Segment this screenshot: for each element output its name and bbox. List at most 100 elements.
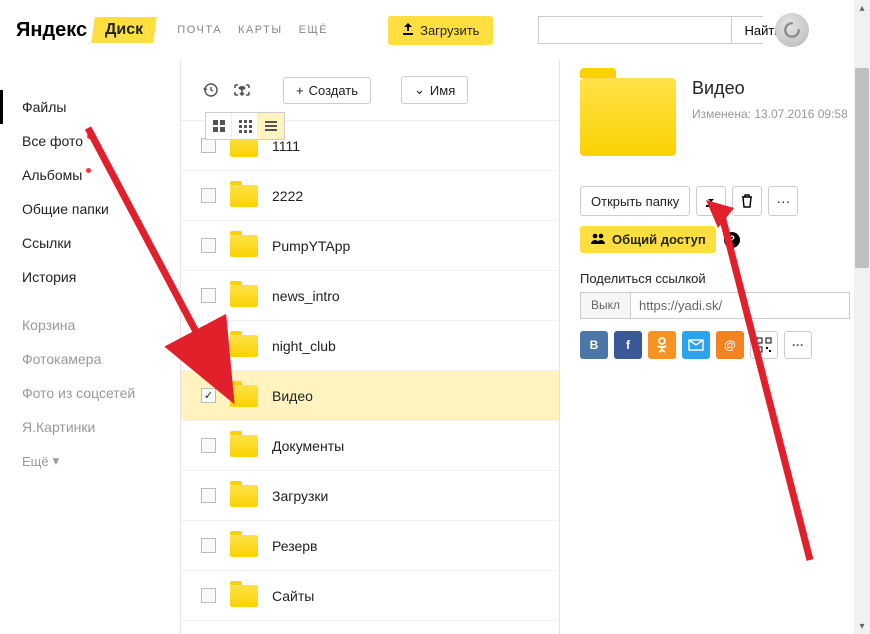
main: + Создать ⌄ Имя 1111 2222	[181, 60, 559, 634]
badge-dot-icon	[86, 168, 91, 173]
more-actions-button[interactable]: ···	[768, 186, 798, 216]
nav-more[interactable]: Ещё	[299, 24, 329, 36]
sidebar-item-files[interactable]: Файлы	[0, 90, 180, 124]
history-icon[interactable]	[201, 81, 219, 99]
sidebar-item-ya-images[interactable]: Я.Картинки	[0, 410, 180, 444]
row-checkbox[interactable]	[201, 288, 216, 303]
link-input[interactable]	[631, 292, 850, 319]
avatar[interactable]	[775, 13, 809, 47]
file-row[interactable]: news_intro	[181, 271, 559, 321]
share-access-button[interactable]: Общий доступ	[580, 226, 716, 253]
share-more-icon[interactable]: ···	[784, 331, 812, 359]
sort-button[interactable]: ⌄ Имя	[401, 76, 468, 104]
file-name: PumpYTApp	[272, 238, 350, 254]
share-label: Общий доступ	[612, 232, 706, 247]
badge-dot-icon	[87, 134, 92, 139]
file-name: Загрузки	[272, 488, 328, 504]
social-row: B f @ ···	[580, 331, 850, 359]
folder-icon	[230, 535, 258, 557]
folder-large-icon	[580, 78, 676, 156]
row-checkbox[interactable]	[201, 138, 216, 153]
sidebar-item-trash[interactable]: Корзина	[0, 308, 180, 342]
upload-button[interactable]: Загрузить	[388, 16, 493, 45]
sidebar-item-shared[interactable]: Общие папки	[0, 192, 180, 226]
file-name: Резерв	[272, 538, 317, 554]
download-button[interactable]	[696, 186, 726, 216]
link-toggle[interactable]: Выкл	[580, 292, 631, 319]
sidebar-item-links[interactable]: Ссылки	[0, 226, 180, 260]
yandex-logo[interactable]: Яндекс	[16, 19, 87, 42]
file-row[interactable]: night_club	[181, 321, 559, 371]
screenshot-icon[interactable]	[233, 81, 251, 99]
sidebar-item-all-photos[interactable]: Все фото	[0, 124, 180, 158]
upload-icon	[402, 23, 414, 38]
row-checkbox[interactable]	[201, 238, 216, 253]
file-list: 1111 2222 PumpYTApp news_intro night_clu	[181, 120, 559, 621]
sidebar-item-albums[interactable]: Альбомы	[0, 158, 180, 192]
folder-icon	[230, 585, 258, 607]
row-checkbox[interactable]	[201, 338, 216, 353]
nav-mail[interactable]: Почта	[177, 24, 222, 36]
file-name: Видео	[272, 388, 313, 404]
search-input[interactable]	[539, 17, 731, 43]
create-button[interactable]: + Создать	[283, 77, 371, 104]
file-row[interactable]: PumpYTApp	[181, 221, 559, 271]
row-checkbox[interactable]	[201, 488, 216, 503]
sidebar-item-history[interactable]: История	[0, 260, 180, 294]
sidebar-more[interactable]: Ещё▾	[0, 444, 180, 478]
view-switcher	[205, 112, 285, 140]
file-name: Сайты	[272, 588, 314, 604]
file-row[interactable]: Документы	[181, 421, 559, 471]
scrollbar-down-icon[interactable]: ▾	[854, 618, 870, 634]
row-checkbox[interactable]	[201, 438, 216, 453]
share-fb-icon[interactable]: f	[614, 331, 642, 359]
disk-logo[interactable]: Диск	[91, 17, 157, 43]
top-nav: Почта Карты Ещё	[177, 24, 328, 36]
upload-label: Загрузить	[420, 23, 479, 38]
file-row[interactable]: Сайты	[181, 571, 559, 621]
file-row[interactable]: Загрузки	[181, 471, 559, 521]
folder-icon	[230, 185, 258, 207]
folder-icon	[230, 385, 258, 407]
folder-icon	[230, 485, 258, 507]
share-mail-icon[interactable]	[682, 331, 710, 359]
folder-icon	[230, 435, 258, 457]
row-checkbox[interactable]: ✓	[201, 388, 216, 403]
help-icon[interactable]: ?	[724, 232, 740, 248]
sidebar-item-camera[interactable]: Фотокамера	[0, 342, 180, 376]
file-row[interactable]: Резерв	[181, 521, 559, 571]
sidebar-item-social-photos[interactable]: Фото из соцсетей	[0, 376, 180, 410]
share-moimir-icon[interactable]: @	[716, 331, 744, 359]
share-qr-icon[interactable]	[750, 331, 778, 359]
folder-icon	[230, 285, 258, 307]
plus-icon: +	[296, 83, 304, 98]
folder-icon	[230, 235, 258, 257]
file-name: Документы	[272, 438, 344, 454]
scrollbar-up-icon[interactable]: ▴	[854, 0, 870, 16]
create-label: Создать	[309, 83, 358, 98]
view-large-tiles[interactable]	[206, 113, 232, 139]
nav-maps[interactable]: Карты	[238, 24, 283, 36]
share-vk-icon[interactable]: B	[580, 331, 608, 359]
sort-label: Имя	[430, 83, 455, 98]
scrollbar-thumb[interactable]	[855, 68, 869, 268]
open-folder-button[interactable]: Открыть папку	[580, 186, 690, 216]
share-ok-icon[interactable]	[648, 331, 676, 359]
view-small-tiles[interactable]	[232, 113, 258, 139]
search-box: Найти	[538, 16, 763, 44]
chevron-down-icon: ▾	[53, 453, 60, 469]
chevron-down-icon: ⌄	[414, 82, 425, 98]
file-name: news_intro	[272, 288, 340, 304]
scrollbar-track[interactable]: ▴ ▾	[854, 0, 870, 634]
row-checkbox[interactable]	[201, 538, 216, 553]
delete-button[interactable]	[732, 186, 762, 216]
details-panel: Видео Изменена: 13.07.2016 09:58 Открыть…	[560, 60, 870, 634]
header: Яндекс Диск Почта Карты Ещё Загрузить На…	[0, 0, 870, 60]
view-list[interactable]	[258, 113, 284, 139]
details-modified: Изменена: 13.07.2016 09:58	[692, 107, 848, 121]
row-checkbox[interactable]	[201, 588, 216, 603]
share-link-label: Поделиться ссылкой	[580, 271, 850, 286]
row-checkbox[interactable]	[201, 188, 216, 203]
file-row[interactable]: 2222	[181, 171, 559, 221]
file-row[interactable]: ✓ Видео	[181, 371, 559, 421]
